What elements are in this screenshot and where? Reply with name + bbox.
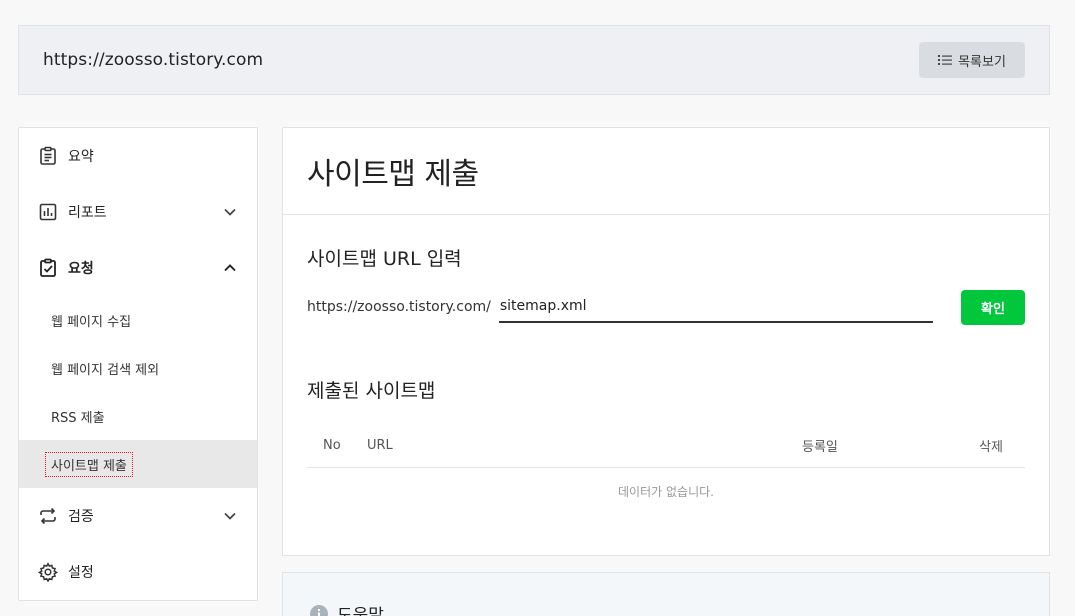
sitemap-url-row: https://zoosso.tistory.com/ 확인 xyxy=(307,288,1025,326)
repeat-icon xyxy=(37,505,59,527)
sidebar-subitem-label: RSS 제출 xyxy=(51,410,105,426)
sidebar-subitem-sitemap[interactable]: 사이트맵 제출 xyxy=(19,440,257,488)
list-view-label: 목록보기 xyxy=(958,54,1006,70)
panel-header: 사이트맵 제출 xyxy=(283,128,1049,215)
sitemap-url-input[interactable] xyxy=(498,291,933,323)
submitted-section-title: 제출된 사이트맵 xyxy=(307,380,436,402)
sidebar-subitem-rss[interactable]: RSS 제출 xyxy=(19,392,257,440)
column-header-delete: 삭제 xyxy=(979,440,1003,455)
confirm-button[interactable]: 확인 xyxy=(961,289,1025,325)
column-header-no: No xyxy=(323,438,341,453)
column-header-url: URL xyxy=(367,438,393,453)
info-icon xyxy=(310,604,328,616)
empty-table-message: 데이터가 없습니다. xyxy=(618,485,714,499)
sitemap-panel: 사이트맵 제출 사이트맵 URL 입력 https://zoosso.tisto… xyxy=(282,127,1050,556)
sidebar-item-settings[interactable]: 설정 xyxy=(19,544,257,600)
chevron-down-icon xyxy=(224,512,236,520)
sidebar-subitem-page-exclude[interactable]: 웹 페이지 검색 제외 xyxy=(19,344,257,392)
list-icon xyxy=(938,55,953,65)
sidebar-item-label: 검증 xyxy=(68,509,94,525)
sidebar: 요약 리포트 요청 웹 페이지 수집 웹 페이지 검색 제외 RSS 제출 사이… xyxy=(18,127,258,601)
sidebar-item-verify[interactable]: 검증 xyxy=(19,488,257,544)
sidebar-item-label: 요약 xyxy=(68,149,94,165)
clipboard-icon xyxy=(37,145,59,167)
site-url: https://zoosso.tistory.com xyxy=(43,50,264,70)
clipboard-check-icon xyxy=(37,257,59,279)
sidebar-item-label: 요청 xyxy=(68,261,94,277)
sidebar-item-label: 설정 xyxy=(68,565,94,581)
chevron-up-icon xyxy=(224,264,236,272)
sidebar-subitem-label: 웹 페이지 수집 xyxy=(51,314,132,330)
sidebar-subitem-label: 웹 페이지 검색 제외 xyxy=(51,362,160,378)
gear-icon xyxy=(37,561,59,583)
table-header: No URL 등록일 삭제 xyxy=(307,424,1025,468)
sidebar-item-report[interactable]: 리포트 xyxy=(19,184,257,240)
sidebar-item-summary[interactable]: 요약 xyxy=(19,128,257,184)
help-panel: 도움말 xyxy=(282,572,1050,616)
sidebar-subitem-label: 사이트맵 제출 xyxy=(45,451,133,477)
help-title-label: 도움말 xyxy=(337,606,384,616)
sidebar-subitem-page-crawl[interactable]: 웹 페이지 수집 xyxy=(19,296,257,344)
sidebar-item-request[interactable]: 요청 xyxy=(19,240,257,296)
bar-chart-icon xyxy=(37,201,59,223)
page-title: 사이트맵 제출 xyxy=(307,157,479,192)
list-view-button[interactable]: 목록보기 xyxy=(919,42,1025,78)
site-bar: https://zoosso.tistory.com 목록보기 xyxy=(18,25,1050,95)
sidebar-item-label: 리포트 xyxy=(68,205,107,221)
url-prefix: https://zoosso.tistory.com/ xyxy=(307,299,491,315)
chevron-down-icon xyxy=(224,208,236,216)
input-section-title: 사이트맵 URL 입력 xyxy=(307,248,462,270)
help-title: 도움말 xyxy=(309,601,384,616)
column-header-date: 등록일 xyxy=(802,440,838,455)
